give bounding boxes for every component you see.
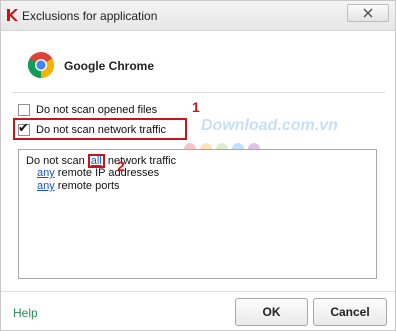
rule-text: network traffic [104, 155, 177, 167]
rule-line-ip: any remote IP addresses [37, 167, 159, 179]
kaspersky-logo-icon [7, 9, 18, 21]
ok-button[interactable]: OK [235, 298, 308, 326]
footer-divider [1, 291, 395, 292]
annotation-marker-1: 1 [192, 99, 200, 115]
title-bar: Exclusions for application [1, 1, 395, 31]
checkbox-unchecked[interactable] [18, 103, 30, 116]
watermark: Download.com.vn [201, 117, 338, 134]
rule-text: remote ports [54, 180, 120, 192]
app-header: Google Chrome [1, 32, 395, 94]
option-scan-opened-files[interactable]: Do not scan opened files [18, 102, 157, 117]
rule-text: remote IP addresses [54, 167, 160, 179]
annotation-marker-2: 2 [117, 158, 125, 174]
rule-line-traffic: Do not scan all network traffic [26, 154, 176, 168]
link-any-ports[interactable]: any [37, 180, 55, 192]
app-name: Google Chrome [64, 59, 155, 73]
link-any-ip[interactable]: any [37, 167, 55, 179]
close-x-icon [363, 8, 373, 18]
window-title: Exclusions for application [22, 9, 158, 23]
exclusions-dialog: Exclusions for application Google Chrome… [0, 0, 396, 331]
annotation-link-box: all [87, 154, 105, 168]
option-label: Do not scan opened files [36, 103, 158, 116]
link-all[interactable]: all [91, 155, 102, 167]
chrome-icon [27, 52, 55, 79]
cancel-button[interactable]: Cancel [313, 298, 387, 326]
annotation-highlight-box [13, 118, 187, 140]
rules-panel: Do not scan all network traffic any remo… [18, 149, 377, 279]
rule-text: Do not scan [26, 155, 88, 167]
close-button[interactable] [347, 4, 389, 22]
help-link[interactable]: Help [13, 306, 38, 320]
header-divider [12, 92, 385, 93]
rule-line-ports: any remote ports [37, 180, 120, 192]
